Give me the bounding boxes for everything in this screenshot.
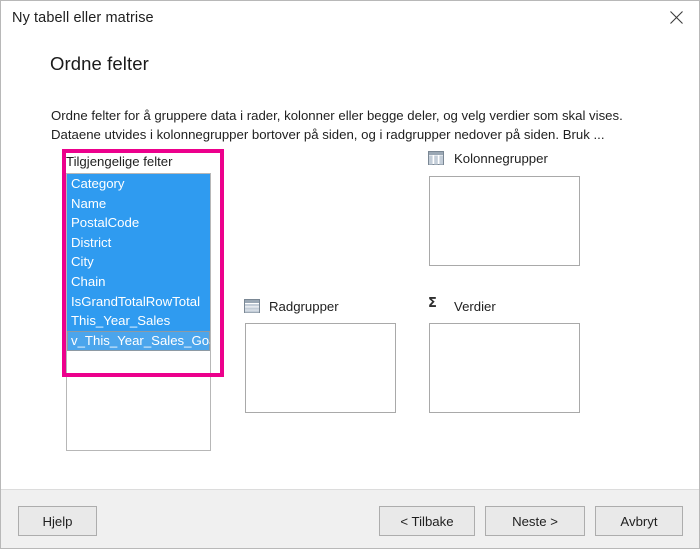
title-bar: Ny tabell eller matrise xyxy=(1,1,699,35)
field-list-item[interactable]: IsGrandTotalRowTotal xyxy=(67,292,210,312)
next-button[interactable]: Neste > xyxy=(485,506,585,536)
field-list-item[interactable]: This_Year_Sales xyxy=(67,311,210,331)
field-list-item[interactable]: District xyxy=(67,233,210,253)
column-groups-grid-icon xyxy=(428,151,444,165)
row-groups-grid-icon xyxy=(244,299,260,313)
field-list-item[interactable]: Chain xyxy=(67,272,210,292)
field-list-item[interactable]: Name xyxy=(67,194,210,214)
field-list-item[interactable]: v_This_Year_Sales_Goal xyxy=(67,331,210,351)
values-dropzone[interactable] xyxy=(429,323,580,413)
row-groups-dropzone[interactable] xyxy=(245,323,396,413)
help-button[interactable]: Hjelp xyxy=(18,506,97,536)
back-button[interactable]: < Tilbake xyxy=(379,506,475,536)
description-line-1: Ordne felter for å gruppere data i rader… xyxy=(51,106,661,125)
dialog-window: Ny tabell eller matrise Ordne felter Ord… xyxy=(0,0,700,549)
close-icon[interactable] xyxy=(654,1,699,33)
field-list-item[interactable]: PostalCode xyxy=(67,213,210,233)
window-title: Ny tabell eller matrise xyxy=(12,10,154,26)
column-groups-label: Kolonnegrupper xyxy=(454,151,548,166)
cancel-button[interactable]: Avbryt xyxy=(595,506,683,536)
page-description: Ordne felter for å gruppere data i rader… xyxy=(51,106,661,144)
available-fields-listbox[interactable]: CategoryNamePostalCodeDistrictCityChainI… xyxy=(66,173,211,451)
values-label: Verdier xyxy=(454,299,496,314)
page-title: Ordne felter xyxy=(50,53,149,75)
description-line-2: Dataene utvides i kolonnegrupper bortove… xyxy=(51,125,661,144)
sigma-icon: Σ xyxy=(428,297,442,313)
column-groups-dropzone[interactable] xyxy=(429,176,580,266)
field-list-item[interactable]: Category xyxy=(67,174,210,194)
available-fields-panel: Tilgjengelige felter xyxy=(66,153,211,170)
row-groups-label: Radgrupper xyxy=(269,299,339,314)
field-list-item[interactable]: City xyxy=(67,252,210,272)
available-fields-label: Tilgjengelige felter xyxy=(66,153,211,170)
